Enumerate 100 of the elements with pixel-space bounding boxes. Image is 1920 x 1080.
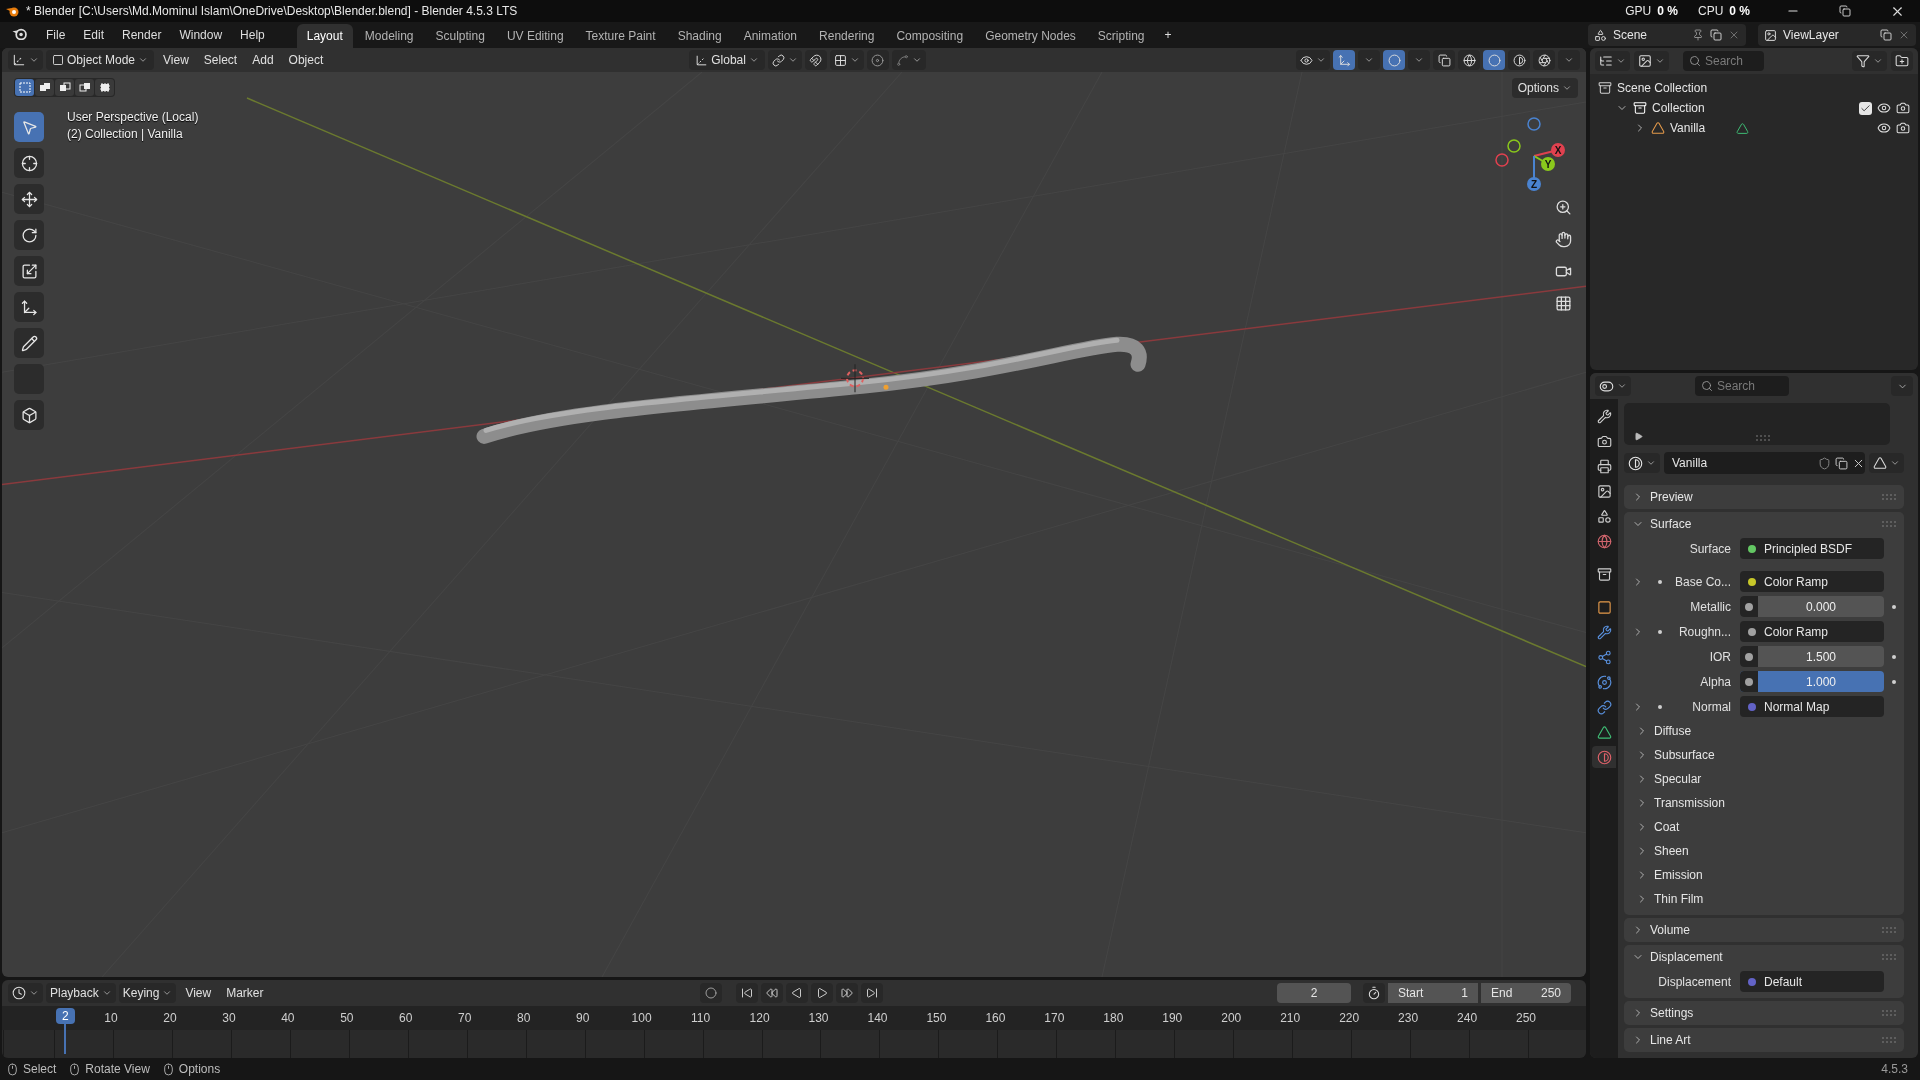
number-field[interactable]: 1.500 (1740, 646, 1884, 667)
axis-handle[interactable]: Y (1541, 157, 1555, 171)
frame-tick-label: 30 (222, 1011, 236, 1025)
field-label: Roughn... (1677, 624, 1732, 639)
start-frame-field[interactable]: Start 1 (1388, 983, 1478, 1003)
field-label: Metallic (1689, 599, 1732, 614)
subpanel-header[interactable]: Specular (1624, 767, 1904, 791)
frame-tick-label: 140 (867, 1011, 888, 1025)
panel-header[interactable]: Settings (1624, 1001, 1904, 1025)
frame-tick-label: 170 (1044, 1011, 1065, 1025)
frame-tick-label: 210 (1280, 1011, 1301, 1025)
menu-dropdown[interactable]: Keying (118, 983, 177, 1003)
panel-header[interactable]: Line Art (1624, 1028, 1904, 1052)
workspace-tab[interactable]: Texture Paint (575, 24, 666, 48)
subpanel-header[interactable]: Thin Film (1624, 887, 1904, 911)
menu-item[interactable]: Marker (220, 983, 270, 1003)
workspace-tab[interactable]: Animation (733, 24, 808, 48)
menu-item[interactable]: Select (197, 50, 244, 70)
frame-tick-label: 40 (281, 1011, 295, 1025)
socket-link-field[interactable]: Normal Map (1740, 696, 1884, 717)
field-label: Displacement (1657, 974, 1732, 989)
frame-tick-label: 180 (1103, 1011, 1124, 1025)
number-field[interactable]: 0.000 (1740, 596, 1884, 617)
frame-tick-label: 240 (1457, 1011, 1478, 1025)
axis-handle[interactable]: Z (1527, 177, 1541, 191)
material-name-field[interactable]: Vanilla (1664, 452, 1865, 474)
socket-link-field[interactable]: Color Ramp (1740, 621, 1884, 642)
field-label: IOR (1708, 649, 1732, 664)
menu-item[interactable]: Edit (75, 24, 113, 46)
socket-link-field[interactable]: Principled BSDF (1740, 538, 1884, 559)
end-frame-field[interactable]: End 250 (1481, 983, 1571, 1003)
field-label: Surface (1688, 541, 1732, 556)
subpanel-header[interactable]: Coat (1624, 815, 1904, 839)
panel-header[interactable]: Preview (1624, 485, 1904, 509)
viewport-info-text: (2) Collection | Vanilla (67, 127, 184, 141)
field-label: Base Co... (1673, 574, 1732, 589)
socket-link-field[interactable]: Default (1740, 971, 1884, 992)
subpanel-header[interactable]: Transmission (1624, 791, 1904, 815)
frame-tick-label: 10 (104, 1011, 118, 1025)
mode-dropdown[interactable]: Object Mode (46, 50, 155, 70)
status-hint: Rotate View (85, 1062, 150, 1076)
subpanel-header[interactable]: Sheen (1624, 839, 1904, 863)
menu-item[interactable]: Object (282, 50, 330, 70)
frame-tick-label: 90 (576, 1011, 590, 1025)
workspace-tab[interactable]: Scripting (1087, 24, 1155, 48)
field-label: Normal (1691, 699, 1732, 714)
subpanel-header[interactable]: Diffuse (1624, 719, 1904, 743)
scene-selector[interactable]: Scene (1588, 24, 1746, 46)
frame-tick-label: 50 (340, 1011, 354, 1025)
workspace-tab[interactable]: Shading (667, 24, 732, 48)
add-workspace-button[interactable]: + (1156, 24, 1180, 46)
tree-item[interactable]: Scene Collection (1617, 81, 1708, 95)
menu-dropdown[interactable]: Playback (46, 983, 116, 1003)
frame-tick-label: 250 (1516, 1011, 1537, 1025)
menu-item[interactable]: View (157, 50, 195, 70)
frame-tick-label: 220 (1339, 1011, 1360, 1025)
current-frame-field[interactable]: 2 (1277, 983, 1351, 1003)
orientation-dropdown[interactable]: Global (689, 50, 765, 70)
menu-item[interactable]: Render (114, 24, 170, 46)
workspace-tab[interactable]: UV Editing (496, 24, 574, 48)
view-layer-selector[interactable]: ViewLayer (1758, 24, 1916, 46)
workspace-tab[interactable]: Sculpting (425, 24, 495, 48)
workspace-tab[interactable]: Rendering (809, 24, 885, 48)
menu-item[interactable]: Window (171, 24, 231, 46)
panel-header[interactable]: Displacement (1624, 945, 1904, 969)
tree-item[interactable]: Collection (1652, 101, 1705, 115)
number-field[interactable]: 1.000 (1740, 671, 1884, 692)
frame-tick-label: 100 (631, 1011, 652, 1025)
status-hint: Options (178, 1062, 221, 1076)
frame-tick-label: 200 (1221, 1011, 1242, 1025)
socket-link-field[interactable]: Color Ramp (1740, 571, 1884, 592)
panel-header[interactable]: Surface (1624, 512, 1904, 536)
window-title: * Blender [C:\Users\Md.Mominul Islam\OneDrive\Desktop\Blender.blend] - Blender 4.5.3 LTS (26, 4, 519, 18)
viewport-info-text: User Perspective (Local) (67, 110, 199, 124)
workspace-tab[interactable]: Geometry Nodes (975, 24, 1086, 48)
menu-item[interactable]: Help (232, 24, 273, 46)
tree-item[interactable]: Vanilla (1670, 121, 1706, 135)
search-field[interactable]: Search (1695, 376, 1789, 396)
subpanel-header[interactable]: Emission (1624, 863, 1904, 887)
status-hint: Select (23, 1062, 57, 1076)
meter-value: 0 % (1657, 4, 1678, 18)
frame-tick-label: 230 (1398, 1011, 1419, 1025)
meter-label: CPU (1697, 4, 1724, 18)
workspace-tab[interactable]: Modeling (354, 24, 424, 48)
axis-handle[interactable]: X (1551, 143, 1565, 157)
field-label: Alpha (1699, 674, 1732, 689)
panel-header[interactable]: Volume (1624, 918, 1904, 942)
frame-tick-label: 60 (399, 1011, 413, 1025)
workspace-tab[interactable]: Layout (296, 24, 353, 48)
frame-tick-label: 130 (808, 1011, 829, 1025)
version-label: 4.5.3 (1881, 1062, 1908, 1076)
menu-item[interactable]: File (38, 24, 74, 46)
menu-item[interactable]: Add (246, 50, 280, 70)
options-dropdown[interactable]: Options (1511, 78, 1578, 98)
frame-tick-label: 70 (458, 1011, 472, 1025)
frame-tick-label: 160 (985, 1011, 1006, 1025)
workspace-tab[interactable]: Compositing (886, 24, 974, 48)
subpanel-header[interactable]: Subsurface (1624, 743, 1904, 767)
menu-item[interactable]: View (179, 983, 218, 1003)
search-field[interactable]: Search (1683, 51, 1764, 71)
